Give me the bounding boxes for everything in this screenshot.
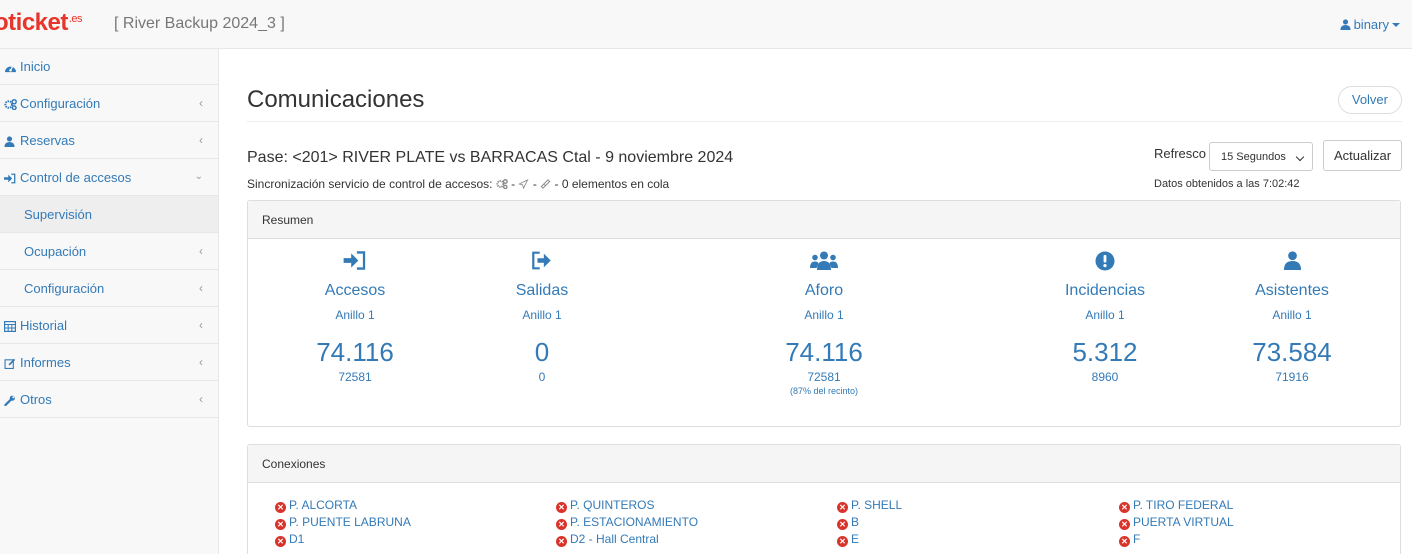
chevron-left-icon: ‹ <box>199 281 203 295</box>
stat-incidencias: Incidencias Anillo 1 5.312 8960 <box>1005 251 1205 384</box>
times-circle-icon: ✕ <box>1119 536 1130 547</box>
users-icon <box>724 251 924 277</box>
times-circle-icon: ✕ <box>556 502 567 513</box>
refresh-label: Refresco <box>1154 146 1207 161</box>
connection-item: ✕ B <box>837 515 859 530</box>
resumen-heading: Resumen <box>248 201 1400 239</box>
connection-item: ✕ P. ALCORTA <box>275 498 357 513</box>
actualizar-button[interactable]: Actualizar <box>1323 140 1402 171</box>
sidebar-item-configuracion[interactable]: Configuración ‹ <box>0 85 218 122</box>
refresh-select[interactable]: 15 Segundos <box>1209 142 1313 171</box>
event-title: [ River Backup 2024_3 ] <box>114 15 285 32</box>
chevron-left-icon: ‹ <box>199 392 203 406</box>
pase-title: Pase: <201> RIVER PLATE vs BARRACAS Ctal… <box>247 149 734 166</box>
times-circle-icon: ✕ <box>1119 519 1130 530</box>
dashboard-icon <box>4 61 18 76</box>
times-circle-icon: ✕ <box>1119 502 1130 513</box>
user-name: binary <box>1353 17 1389 32</box>
main-content: Comunicaciones Volver Pase: <201> RIVER … <box>247 49 1402 554</box>
sign-out-icon <box>442 251 642 277</box>
cogs-icon <box>496 178 508 192</box>
sign-in-icon <box>4 172 18 187</box>
sidebar-item-control-de-accesos[interactable]: Control de accesos ⌄ <box>0 159 218 196</box>
chevron-left-icon: ‹ <box>199 318 203 332</box>
conexiones-panel: Conexiones ✕ P. ALCORTA ✕ P. QUINTEROS ✕ P.… <box>247 444 1401 554</box>
sidebar-item-supervision[interactable]: Supervisión <box>0 196 218 233</box>
connection-item: ✕ P. TIRO FEDERAL <box>1119 498 1233 513</box>
times-circle-icon: ✕ <box>556 519 567 530</box>
times-circle-icon: ✕ <box>556 536 567 547</box>
connection-item: ✕ D1 <box>275 532 304 547</box>
resumen-panel: Resumen Accesos Anillo 1 74.116 72581 Sa… <box>247 200 1401 427</box>
connection-item: ✕ P. SHELL <box>837 498 902 513</box>
conexiones-heading: Conexiones <box>248 445 1400 483</box>
connection-item: ✕ F <box>1119 532 1140 547</box>
sidebar: Inicio Configuración ‹ Reservas ‹ Contro… <box>0 49 219 554</box>
times-circle-icon: ✕ <box>275 502 286 513</box>
datos-timestamp: Datos obtenidos a las 7:02:42 <box>1154 178 1300 190</box>
top-navbar: oticket.es [ River Backup 2024_3 ] binar… <box>0 0 1412 49</box>
sidebar-item-reservas[interactable]: Reservas ‹ <box>0 122 218 159</box>
exclamation-circle-icon <box>1005 251 1205 277</box>
connection-item: ✕ PUERTA VIRTUAL <box>1119 515 1234 530</box>
stat-salidas: Salidas Anillo 1 0 0 <box>442 251 642 384</box>
stat-accesos: Accesos Anillo 1 74.116 72581 <box>255 251 455 384</box>
sidebar-item-otros[interactable]: Otros ‹ <box>0 381 218 418</box>
volver-button[interactable]: Volver <box>1337 86 1402 114</box>
paper-plane-icon <box>518 178 530 192</box>
chevron-left-icon: ‹ <box>199 133 203 147</box>
stat-asistentes: Asistentes Anillo 1 73.584 71916 <box>1192 251 1392 384</box>
times-circle-icon: ✕ <box>837 519 848 530</box>
times-circle-icon: ✕ <box>837 536 848 547</box>
chevron-left-icon: ‹ <box>199 96 203 110</box>
sidebar-item-ocupacion[interactable]: Ocupación ‹ <box>0 233 218 270</box>
stat-aforo: Aforo Anillo 1 74.116 72581 (87% del rec… <box>724 251 924 396</box>
page-header: Comunicaciones Volver <box>247 49 1402 122</box>
chevron-down-icon <box>1295 152 1305 162</box>
sidebar-item-historial[interactable]: Historial ‹ <box>0 307 218 344</box>
connection-item: ✕ D2 - Hall Central <box>556 532 659 547</box>
table-icon <box>4 320 18 335</box>
connection-item: ✕ P. ESTACIONAMIENTO <box>556 515 698 530</box>
times-circle-icon: ✕ <box>275 536 286 547</box>
connection-item: ✕ P. PUENTE LABRUNA <box>275 515 411 530</box>
edit-icon <box>4 357 18 372</box>
connection-item: ✕ P. QUINTEROS <box>556 498 654 513</box>
sign-in-icon <box>255 251 455 277</box>
chevron-left-icon: ‹ <box>199 355 203 369</box>
wrench-icon <box>4 394 18 409</box>
user-icon <box>4 135 18 150</box>
times-circle-icon: ✕ <box>275 519 286 530</box>
chevron-down-icon: ⌄ <box>194 171 203 182</box>
times-circle-icon: ✕ <box>837 502 848 513</box>
cogs-icon <box>4 98 18 113</box>
ticket-icon <box>540 178 551 192</box>
sync-status: Sincronización servicio de control de ac… <box>247 177 670 192</box>
sidebar-item-configuracion-accesos[interactable]: Configuración ‹ <box>0 270 218 307</box>
user-icon <box>1340 18 1351 33</box>
page-title: Comunicaciones <box>247 86 425 113</box>
user-icon <box>1192 251 1392 277</box>
connection-item: ✕ E <box>837 532 859 547</box>
user-menu[interactable]: binary <box>1340 17 1400 33</box>
sidebar-item-inicio[interactable]: Inicio <box>0 49 218 85</box>
brand-logo[interactable]: oticket.es <box>0 9 83 37</box>
caret-down-icon <box>1392 23 1400 27</box>
sidebar-item-informes[interactable]: Informes ‹ <box>0 344 218 381</box>
chevron-left-icon: ‹ <box>199 244 203 258</box>
